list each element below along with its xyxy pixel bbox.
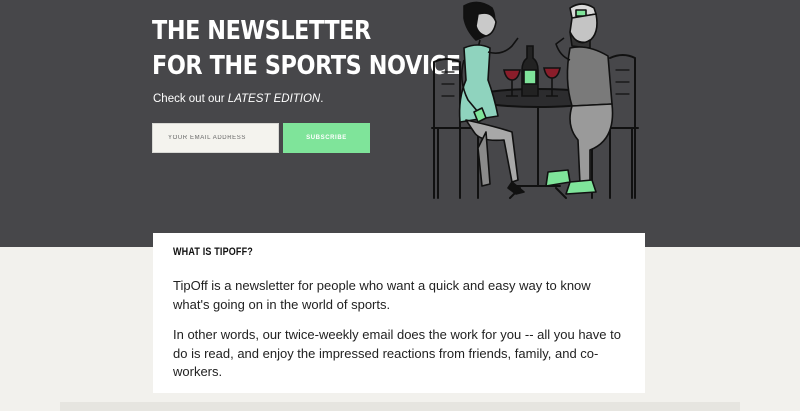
headline-line-1: THE NEWSLETTER [152, 16, 371, 46]
hero-headline: THE NEWSLETTER FOR THE SPORTS NOVICE [152, 14, 461, 84]
latest-edition-link[interactable]: LATEST EDITION [228, 93, 320, 105]
about-card: WHAT IS TIPOFF? TipOff is a newsletter f… [153, 233, 645, 393]
subscribe-button[interactable]: SUBSCRIBE [283, 123, 370, 153]
hero-section: THE NEWSLETTER FOR THE SPORTS NOVICE Che… [0, 0, 800, 247]
headline-line-2: FOR THE SPORTS NOVICE [152, 51, 461, 81]
latest-prefix: Check out our [153, 93, 228, 105]
couple-at-cafe-illustration [431, 1, 639, 199]
email-input[interactable] [152, 123, 279, 153]
about-paragraph-2: In other words, our twice-weekly email d… [173, 327, 621, 379]
latest-suffix: . [320, 93, 324, 105]
next-section-edge [60, 402, 740, 411]
about-paragraph-1: TipOff is a newsletter for people who wa… [173, 278, 591, 312]
about-heading: WHAT IS TIPOFF? [173, 246, 253, 258]
latest-edition-text: Check out our LATEST EDITION. [153, 93, 323, 105]
